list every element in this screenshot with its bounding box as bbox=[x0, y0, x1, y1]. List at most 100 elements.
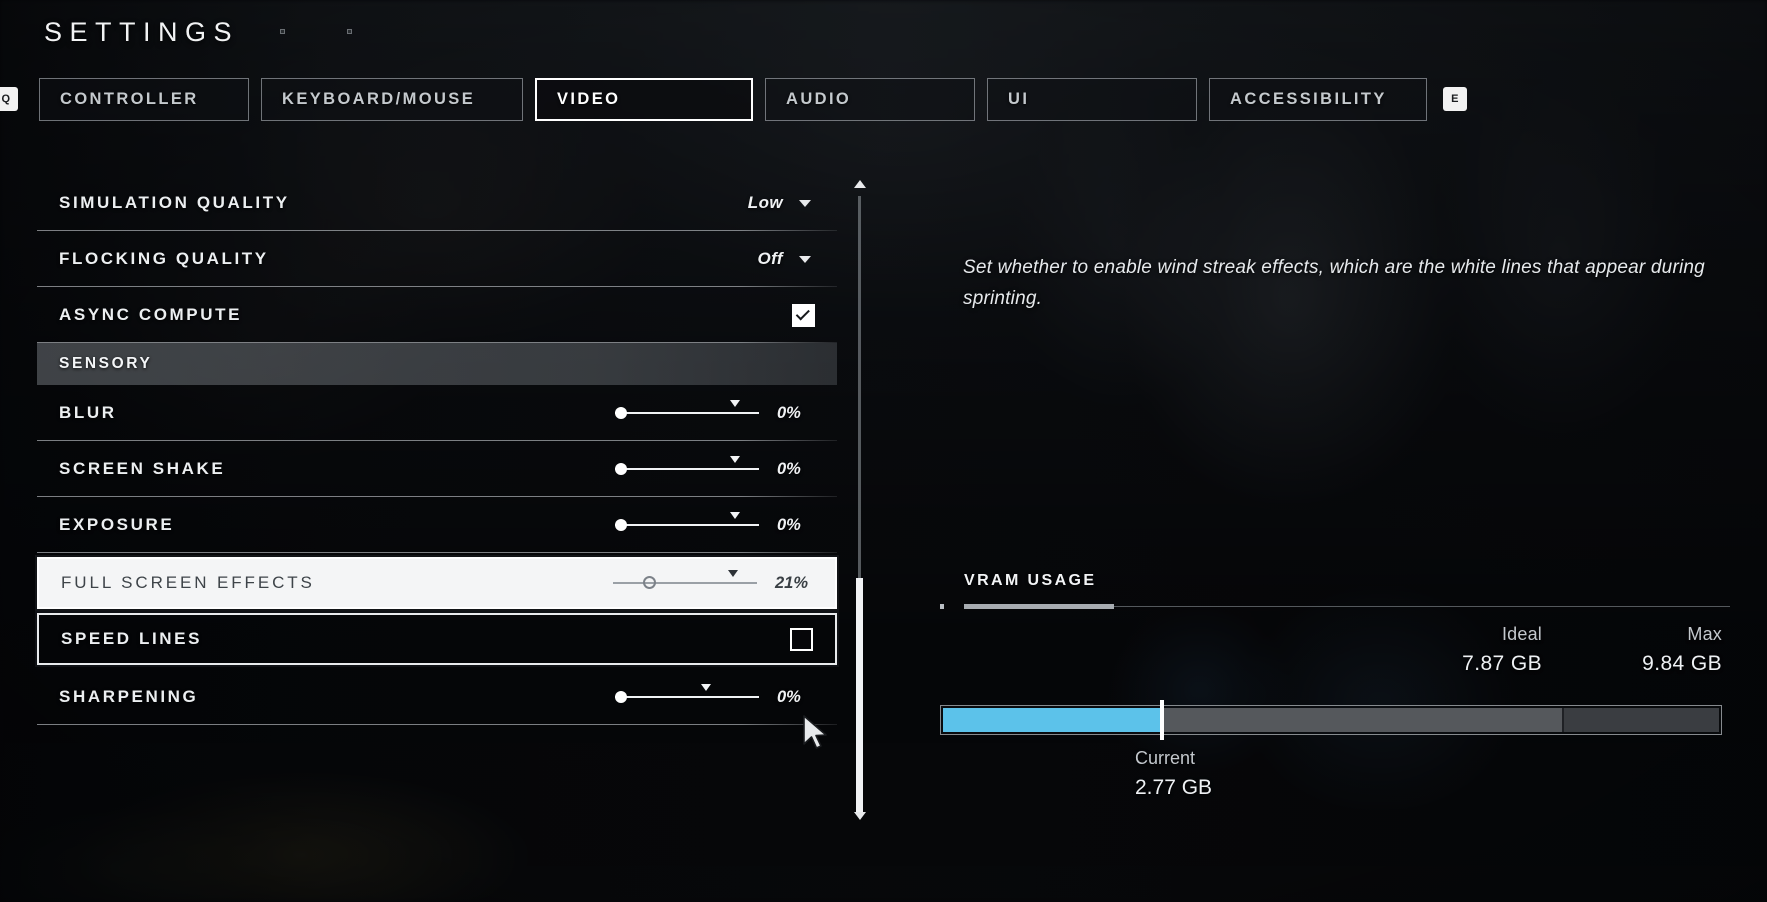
rule-thick-line bbox=[964, 604, 1114, 609]
row-divider bbox=[37, 724, 837, 725]
vram-usage-panel: VRAM USAGE Ideal 7.87 GB Max 9.84 GB Cur… bbox=[940, 572, 1730, 799]
slider-default-marker bbox=[730, 456, 741, 463]
vram-ideal-label: Ideal bbox=[1501, 624, 1542, 644]
checkbox-async-compute[interactable] bbox=[792, 303, 815, 327]
slider-screen-shake[interactable] bbox=[615, 456, 759, 482]
tab-controller[interactable]: CONTROLLER bbox=[39, 78, 249, 121]
prev-tab-key-hint[interactable]: Q bbox=[0, 87, 18, 111]
vram-bar-inner bbox=[943, 700, 1719, 740]
setting-value: 0% bbox=[777, 687, 801, 706]
rule-dot bbox=[940, 604, 944, 609]
next-tab-key-hint[interactable]: E bbox=[1443, 87, 1467, 111]
setting-label: EXPOSURE bbox=[59, 515, 175, 534]
scroll-up-arrow-icon[interactable] bbox=[854, 180, 866, 188]
tab-label: KEYBOARD/MOUSE bbox=[282, 90, 476, 108]
vram-current-segment bbox=[943, 708, 1161, 732]
setting-row-speed-lines[interactable]: SPEED LINES bbox=[35, 611, 839, 667]
setting-value: Off bbox=[757, 249, 783, 268]
tab-accessibility[interactable]: ACCESSIBILITY bbox=[1209, 78, 1427, 121]
scrollbar-thumb[interactable] bbox=[856, 578, 863, 814]
tab-audio[interactable]: AUDIO bbox=[765, 78, 975, 121]
slider-track bbox=[615, 696, 759, 698]
tab-label: VIDEO bbox=[557, 90, 621, 108]
vram-max-label: Max bbox=[1687, 624, 1722, 644]
mouse-cursor bbox=[802, 714, 832, 754]
tab-label: AUDIO bbox=[786, 90, 852, 108]
vram-current-group: Current 2.77 GB bbox=[1135, 748, 1212, 800]
slider-handle[interactable] bbox=[615, 407, 627, 419]
slider-track bbox=[615, 468, 759, 470]
vram-title-rule bbox=[940, 603, 1730, 609]
vram-current-label: Current bbox=[1135, 748, 1196, 768]
tab-ui[interactable]: UI bbox=[987, 78, 1197, 121]
setting-row-simulation-quality[interactable]: SIMULATION QUALITY Low bbox=[37, 175, 837, 231]
vram-max-group: Max 9.84 GB bbox=[1604, 624, 1722, 676]
chevron-down-icon[interactable] bbox=[799, 255, 811, 263]
slider-default-marker bbox=[701, 684, 712, 691]
setting-label: SIMULATION QUALITY bbox=[59, 193, 290, 212]
setting-description: Set whether to enable wind streak effect… bbox=[963, 257, 1705, 309]
vram-usage-bar bbox=[940, 700, 1722, 740]
checkbox-speed-lines[interactable] bbox=[790, 627, 813, 651]
setting-label: ASYNC COMPUTE bbox=[59, 305, 243, 324]
setting-value: 0% bbox=[777, 459, 801, 478]
vram-legend: Ideal 7.87 GB Max 9.84 GB bbox=[1424, 624, 1722, 676]
setting-label: FLOCKING QUALITY bbox=[59, 249, 269, 268]
settings-screen: SETTINGS Q E CONTROLLER KEYBOARD/MOUSE V… bbox=[0, 0, 1767, 902]
tab-keyboard-mouse[interactable]: KEYBOARD/MOUSE bbox=[261, 78, 523, 121]
slider-handle[interactable] bbox=[615, 519, 627, 531]
settings-tab-bar: CONTROLLER KEYBOARD/MOUSE VIDEO AUDIO UI… bbox=[39, 78, 1427, 121]
title-dot bbox=[347, 29, 352, 34]
slider-handle[interactable] bbox=[615, 691, 627, 703]
slider-track bbox=[615, 524, 759, 526]
row-divider bbox=[37, 552, 837, 553]
vram-max-value: 9.84 GB bbox=[1642, 652, 1722, 675]
scroll-down-arrow-icon[interactable] bbox=[854, 812, 866, 820]
setting-label: SPEED LINES bbox=[61, 629, 203, 648]
slider-handle[interactable] bbox=[643, 576, 657, 589]
slider-full-screen-effects[interactable] bbox=[613, 570, 757, 596]
setting-label: SHARPENING bbox=[59, 687, 199, 706]
setting-value: 21% bbox=[775, 573, 809, 592]
tab-label: UI bbox=[1008, 90, 1030, 108]
setting-row-sharpening[interactable]: SHARPENING 0% bbox=[37, 669, 837, 725]
section-header-sensory: SENSORY bbox=[37, 343, 837, 385]
slider-default-marker bbox=[730, 512, 741, 519]
slider-track bbox=[615, 412, 759, 414]
vram-ideal-value: 7.87 GB bbox=[1462, 652, 1542, 675]
slider-blur[interactable] bbox=[615, 400, 759, 426]
setting-row-screen-shake[interactable]: SCREEN SHAKE 0% bbox=[37, 441, 837, 497]
setting-value: 0% bbox=[777, 515, 801, 534]
slider-track bbox=[613, 582, 757, 584]
settings-scrollbar[interactable] bbox=[852, 178, 868, 822]
setting-value: Low bbox=[747, 193, 783, 212]
page-title: SETTINGS bbox=[44, 17, 240, 47]
setting-row-exposure[interactable]: EXPOSURE 0% bbox=[37, 497, 837, 553]
setting-row-async-compute[interactable]: ASYNC COMPUTE bbox=[37, 287, 837, 343]
title-decoration-dots bbox=[280, 29, 352, 34]
slider-default-marker bbox=[728, 570, 739, 577]
setting-label: SCREEN SHAKE bbox=[59, 459, 226, 478]
tab-label: ACCESSIBILITY bbox=[1230, 90, 1387, 108]
vram-ideal-group: Ideal 7.87 GB bbox=[1424, 624, 1542, 676]
setting-row-flocking-quality[interactable]: FLOCKING QUALITY Off bbox=[37, 231, 837, 287]
slider-exposure[interactable] bbox=[615, 512, 759, 538]
vram-current-value: 2.77 GB bbox=[1135, 776, 1213, 799]
slider-handle[interactable] bbox=[615, 463, 627, 475]
setting-row-blur[interactable]: BLUR 0% bbox=[37, 385, 837, 441]
setting-value: 0% bbox=[777, 403, 801, 422]
chevron-down-icon[interactable] bbox=[799, 199, 811, 207]
setting-label: FULL SCREEN EFFECTS bbox=[61, 573, 315, 592]
setting-row-full-screen-effects[interactable]: FULL SCREEN EFFECTS 21% bbox=[35, 555, 839, 611]
slider-sharpening[interactable] bbox=[615, 684, 759, 710]
tab-video[interactable]: VIDEO bbox=[535, 78, 753, 121]
vram-panel-title: VRAM USAGE bbox=[964, 572, 1097, 589]
tab-label: CONTROLLER bbox=[60, 90, 199, 108]
section-label: SENSORY bbox=[59, 355, 153, 372]
setting-label: BLUR bbox=[59, 403, 117, 422]
title-dot bbox=[280, 29, 285, 34]
settings-list: SIMULATION QUALITY Low FLOCKING QUALITY … bbox=[35, 175, 839, 820]
slider-default-marker bbox=[730, 400, 741, 407]
check-icon bbox=[795, 305, 810, 320]
vram-current-marker bbox=[1160, 700, 1165, 740]
